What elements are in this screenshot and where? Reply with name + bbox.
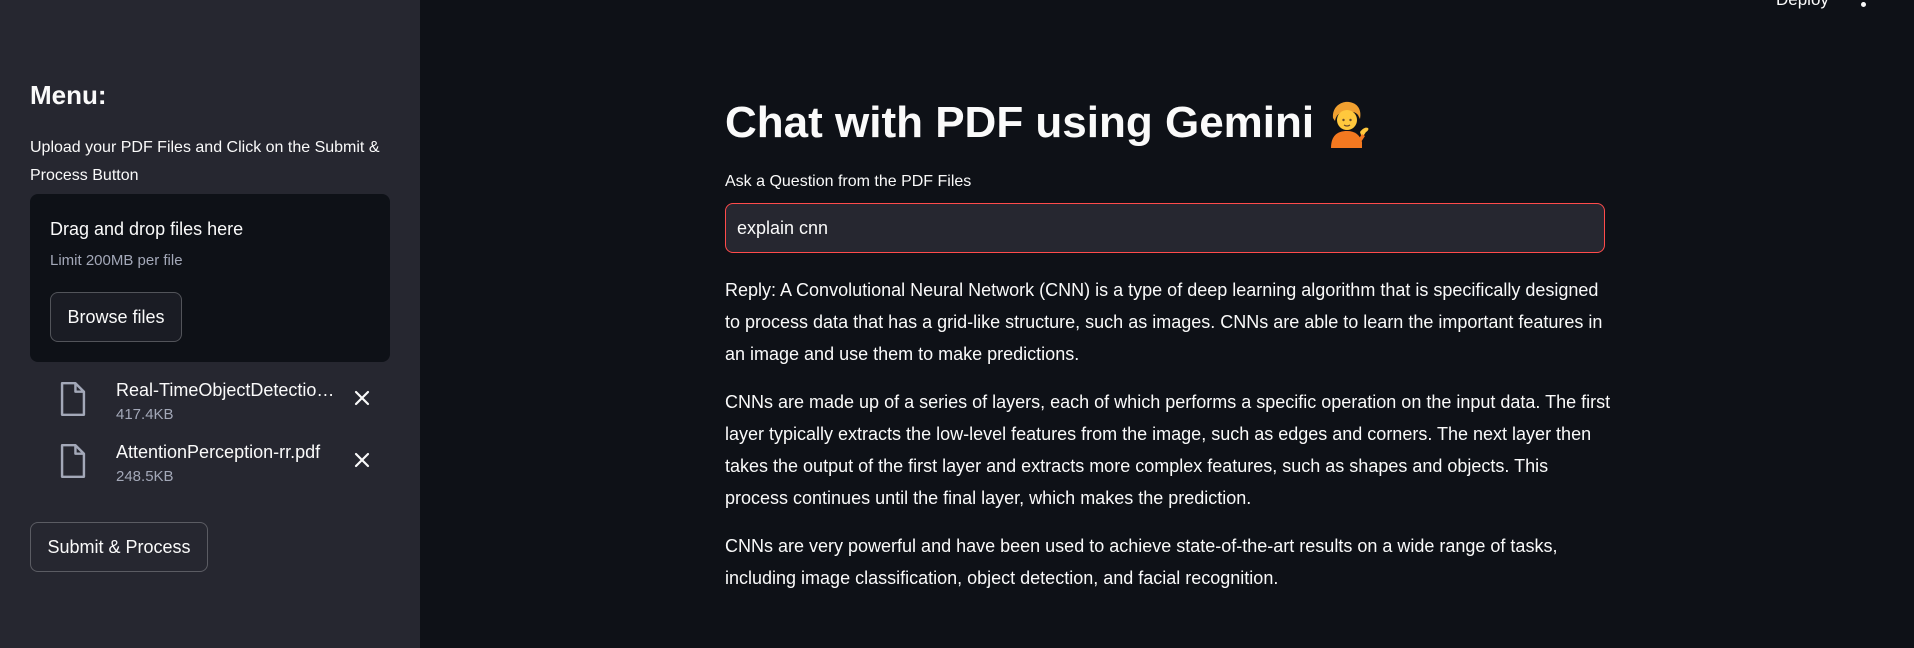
- reply-paragraph: Reply: A Convolutional Neural Network (C…: [725, 280, 1603, 364]
- file-size: 248.5KB: [116, 468, 174, 485]
- question-label: Ask a Question from the PDF Files: [725, 173, 972, 190]
- sidebar: Menu: Upload your PDF Files and Click on…: [0, 0, 420, 648]
- browse-files-button[interactable]: Browse files: [50, 292, 182, 342]
- page-title: Chat with PDF using Gemini: [725, 98, 1372, 148]
- question-input[interactable]: [725, 203, 1605, 253]
- file-name: Real-TimeObjectDetectio…: [116, 380, 335, 400]
- app: Menu: Upload your PDF Files and Click on…: [0, 0, 1914, 648]
- uploaded-file-item: AttentionPerception-rr.pdf 248.5KB: [58, 442, 388, 490]
- submit-process-button[interactable]: Submit & Process: [30, 522, 208, 572]
- remove-file-button[interactable]: [348, 384, 376, 412]
- file-name: AttentionPerception-rr.pdf: [116, 442, 321, 462]
- sidebar-description: Upload your PDF Files and Click on the S…: [30, 139, 380, 184]
- file-icon: [60, 444, 86, 478]
- reply-text: Reply: A Convolutional Neural Network (C…: [725, 274, 1615, 610]
- dropzone-title: Drag and drop files here: [50, 219, 244, 239]
- file-icon: [60, 382, 86, 416]
- reply-paragraph: CNNs are made up of a series of layers, …: [725, 392, 1611, 508]
- remove-file-button[interactable]: [348, 446, 376, 474]
- file-size: 417.4KB: [116, 406, 174, 423]
- kebab-menu-icon[interactable]: [1856, 0, 1870, 14]
- file-dropzone[interactable]: Drag and drop files here Limit 200MB per…: [30, 194, 390, 362]
- reply-paragraph: CNNs are very powerful and have been use…: [725, 536, 1558, 588]
- dropzone-limit: Limit 200MB per file: [50, 252, 183, 269]
- sidebar-title: Menu:: [30, 80, 107, 110]
- close-icon: [354, 452, 370, 468]
- deploy-button[interactable]: Deploy: [1776, 0, 1829, 10]
- person-tipping-hand-emoji-icon: [1331, 101, 1369, 148]
- close-icon: [354, 390, 370, 406]
- page-title-text: Chat with PDF using Gemini: [725, 98, 1315, 147]
- uploaded-file-item: Real-TimeObjectDetectio… 417.4KB: [58, 380, 388, 428]
